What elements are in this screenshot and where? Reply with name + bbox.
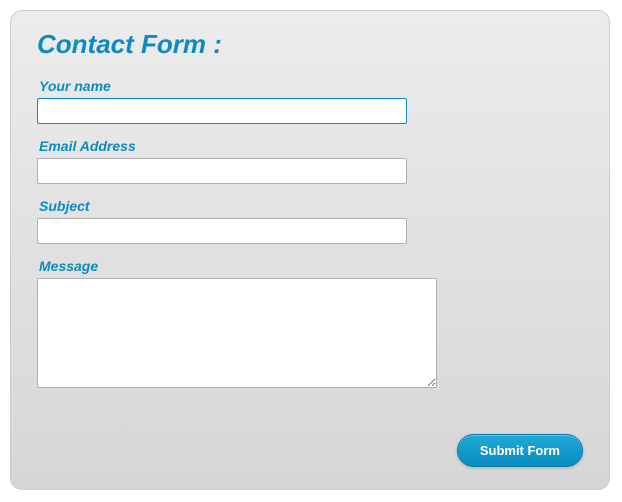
field-message: Message [37, 258, 583, 393]
name-input[interactable] [37, 98, 407, 124]
name-label: Your name [39, 78, 583, 94]
field-name: Your name [37, 78, 583, 124]
contact-form-panel: Contact Form : Your name Email Address S… [10, 10, 610, 490]
message-textarea[interactable] [37, 278, 437, 388]
message-label: Message [39, 258, 583, 274]
subject-input[interactable] [37, 218, 407, 244]
email-input[interactable] [37, 158, 407, 184]
field-subject: Subject [37, 198, 583, 244]
submit-button[interactable]: Submit Form [457, 434, 583, 467]
field-email: Email Address [37, 138, 583, 184]
panel-title: Contact Form : [37, 29, 583, 60]
subject-label: Subject [39, 198, 583, 214]
email-label: Email Address [39, 138, 583, 154]
